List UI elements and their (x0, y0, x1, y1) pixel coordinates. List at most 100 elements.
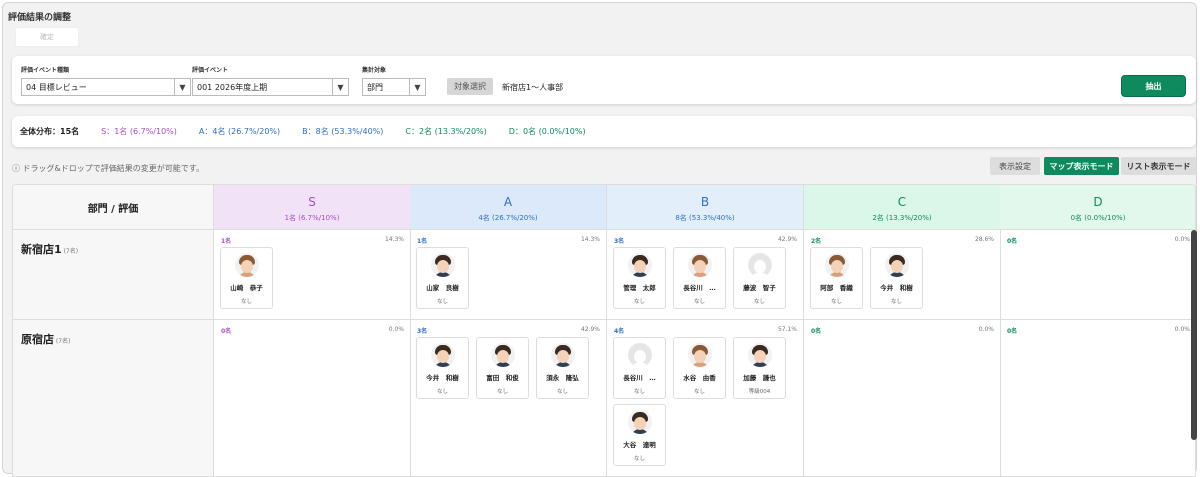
employee-card[interactable]: 須永 隆弘 なし (536, 337, 589, 399)
grade-header-b: B 8名 (53.3%/40%) (607, 185, 804, 230)
grid-cell[interactable]: 0名 0.0% (214, 320, 411, 476)
confirm-button[interactable]: 確定 (15, 27, 79, 47)
employee-name: 長谷川 … (683, 284, 716, 292)
employee-status: なし (496, 389, 508, 395)
dist-c: C：2名 (13.3%/20%) (405, 127, 487, 136)
vertical-scrollbar[interactable] (1191, 230, 1197, 440)
event-label: 評価イベント (192, 67, 229, 74)
employee-name: 加藤 謙也 (743, 374, 776, 382)
grade-header-a: A 4名 (26.7%/20%) (410, 185, 607, 230)
avatar (550, 343, 575, 367)
grid-cell[interactable]: 3名 42.9% 管理 太郎 なし 長谷川 … なし 藤波 智子 なし (607, 230, 804, 320)
event-select[interactable]: 001 2026年度上期 ▼ (192, 78, 349, 96)
grade-count: 8名 (53.3%/40%) (675, 214, 735, 222)
grade-count: 0名 (0.0%/10%) (1070, 214, 1126, 222)
employee-card[interactable]: 富田 和俊 なし (476, 337, 529, 399)
filter-panel: 評価イベント種類 04 目標レビュー ▼ 評価イベント 001 2026年度上期… (12, 56, 1196, 104)
avatar-head (830, 260, 843, 273)
display-settings-button[interactable]: 表示設定 (990, 157, 1040, 175)
cell-count: 3名 (417, 328, 428, 335)
grid-corner-header: 部門 / 評価 (13, 185, 214, 230)
map-mode-button[interactable]: マップ表示モード (1044, 157, 1119, 175)
employee-card[interactable]: 加藤 謙也等級004 (733, 337, 786, 399)
employee-card[interactable]: 阿部 香織 なし (810, 247, 863, 309)
dist-d: D：0名 (0.0%/10%) (508, 127, 586, 136)
employee-status: なし (693, 299, 705, 305)
grade-label: D (1093, 195, 1103, 209)
avatar (490, 343, 515, 367)
grid-cell[interactable]: 0名 0.0% (1000, 320, 1195, 476)
avatar-head (890, 260, 903, 273)
employee-status: 等級004 (748, 389, 771, 395)
grid-cell[interactable]: 1名 14.3% 山家 良樹 なし (410, 230, 607, 320)
list-mode-button[interactable]: リスト表示モード (1121, 157, 1196, 175)
avatar (430, 343, 455, 367)
event-type-select[interactable]: 04 目標レビュー ▼ (21, 78, 191, 96)
cell-percent: 0.0% (978, 326, 994, 333)
employee-name: 今井 和樹 (426, 374, 459, 382)
employee-card[interactable]: 長谷川 … なし (613, 337, 666, 399)
dist-s: S：1名 (6.7%/10%) (101, 127, 177, 136)
employee-card[interactable]: 大谷 達明 なし (613, 404, 666, 466)
employee-name: 管理 太郎 (623, 284, 656, 292)
avatar (884, 253, 909, 277)
employee-name: 阿部 香織 (820, 284, 853, 292)
dist-total: 全体分布：15名 (20, 127, 80, 136)
row-member-count: (7名) (61, 248, 79, 255)
avatar-head (436, 260, 449, 273)
row-label: 原宿店 (7名) (13, 320, 214, 476)
grade-label: S (308, 195, 316, 209)
employee-card[interactable]: 今井 和樹 なし (416, 337, 469, 399)
avatar (627, 410, 652, 434)
employee-card[interactable]: 藤波 智子 なし (733, 247, 786, 309)
avatar-body (750, 272, 769, 277)
employee-name: 山家 良樹 (426, 284, 459, 292)
employee-status: なし (830, 299, 842, 305)
event-type-value: 04 目標レビュー (26, 82, 87, 92)
avatar (627, 343, 652, 367)
avatar (747, 253, 772, 277)
avatar-head (496, 350, 509, 363)
target-select-button[interactable]: 対象選択 (447, 78, 493, 95)
avatar (627, 253, 652, 277)
employee-card[interactable]: 山家 良樹 なし (416, 247, 469, 309)
employee-status: なし (633, 299, 645, 305)
grade-count: 4名 (26.7%/20%) (478, 214, 538, 222)
chevron-down-icon: ▼ (332, 79, 348, 95)
cell-percent: 0.0% (1174, 236, 1190, 243)
grade-header-c: C 2名 (13.3%/20%) (804, 185, 1001, 230)
grid-cell[interactable]: 4名 57.1% 長谷川 … なし 水谷 由香 なし 加藤 謙也 等級004 大谷 達明 なし (607, 320, 804, 476)
cell-percent: 42.9% (580, 326, 600, 333)
cell-count: 1名 (417, 238, 428, 245)
event-value: 001 2026年度上期 (197, 82, 268, 92)
grid-cell[interactable]: 3名 42.9% 今井 和樹 なし 富田 和俊 なし 須永 隆弘 なし (410, 320, 607, 476)
employee-card[interactable]: 長谷川 … なし (673, 247, 726, 309)
page-title: 評価結果の調整 (8, 13, 72, 23)
employee-card[interactable]: 水谷 由香 なし (673, 337, 726, 399)
selected-target-text: 新宿店1〜人事部 (502, 83, 564, 92)
grade-header-d: D 0名 (0.0%/10%) (1000, 185, 1195, 230)
grid-cell[interactable]: 0名 0.0% (1000, 230, 1195, 320)
row-name: 原宿店 (21, 333, 54, 346)
employee-status: なし (436, 389, 448, 395)
avatar-head (240, 260, 253, 273)
target-select[interactable]: 部門 ▼ (362, 78, 426, 96)
employee-card[interactable]: 管理 太郎 なし (613, 247, 666, 309)
dist-a: A：4名 (26.7%/20%) (198, 127, 281, 136)
target-label: 集計対象 (362, 67, 387, 74)
employee-name: 須永 隆弘 (546, 374, 579, 382)
cell-count: 0名 (1007, 238, 1018, 245)
employee-card[interactable]: 今井 和樹 なし (870, 247, 923, 309)
avatar-head (693, 350, 706, 363)
extract-button[interactable]: 抽出 (1121, 75, 1186, 97)
avatar-head (633, 417, 646, 430)
employee-card[interactable]: 山崎 恭子 なし (220, 247, 273, 309)
avatar-head (753, 350, 766, 363)
drag-drop-hint: ⓘ ドラッグ&ドロップで評価結果の変更が可能です。 (12, 164, 204, 173)
employee-status: なし (436, 299, 448, 305)
grid-cell[interactable]: 2名 28.6% 阿部 香織 なし 今井 和樹 なし (804, 230, 1001, 320)
cell-count: 4名 (614, 328, 625, 335)
grid-cell[interactable]: 0名 0.0% (804, 320, 1001, 476)
grade-label: A (503, 195, 513, 209)
grid-cell[interactable]: 1名 14.3% 山崎 恭子 なし (214, 230, 411, 320)
